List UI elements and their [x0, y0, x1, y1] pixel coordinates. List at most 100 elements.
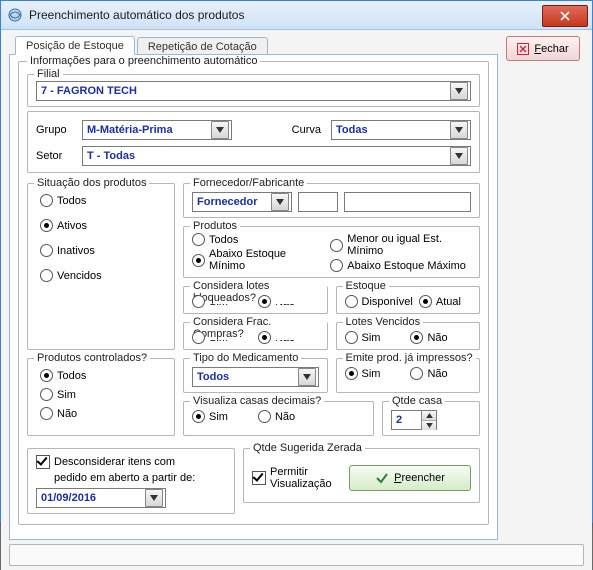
situacao-todos[interactable]: Todos	[40, 194, 162, 207]
curva-label: Curva	[292, 124, 321, 136]
desconsiderar-label2: pedido em aberto a partir de:	[54, 472, 226, 484]
window-title: Preenchimento automático dos produtos	[29, 8, 244, 22]
dropdown-icon	[145, 489, 163, 507]
fornecedor-value: Fornecedor	[197, 196, 258, 208]
radio-label: Ativos	[57, 220, 87, 232]
dropdown-icon	[450, 82, 468, 100]
radio-label: Não	[427, 368, 447, 380]
group-casas-decimais: Visualiza casas decimais? Sim Não	[183, 401, 374, 436]
prod-contr-todos[interactable]: Todos	[40, 369, 162, 382]
permitir-visualizacao-checkbox[interactable]: Permitir Visualização	[252, 466, 339, 490]
lotes-venc-legend: Lotes Vencidos	[343, 316, 424, 328]
radio-label: Todos	[209, 234, 238, 246]
titlebar: Preenchimento automático dos produtos	[1, 1, 592, 30]
emite-legend: Emite prod. já impressos?	[343, 352, 476, 364]
filial-select[interactable]: 7 - FAGRON TECH	[36, 81, 471, 101]
radio-label: Abaixo Estoque Máximo	[347, 260, 466, 272]
check-icon	[375, 471, 389, 485]
radio-label: Não	[427, 332, 447, 344]
situacao-inativos[interactable]: Inativos	[40, 244, 162, 257]
decimais-nao[interactable]: Não	[258, 410, 295, 423]
desconsiderar-date[interactable]: 01/09/2016	[36, 488, 166, 508]
group-qtde-sugerida: Qtde Sugerida Zerada Permitir Visualizaç…	[243, 448, 480, 503]
situacao-vencidos[interactable]: Vencidos	[40, 269, 162, 282]
radio-label: Todos	[57, 195, 86, 207]
fornecedor-name-input[interactable]	[344, 192, 471, 212]
radio-label: Disponível	[362, 296, 413, 308]
produtos-abaixo-min[interactable]: Abaixo Estoque Mínimo	[192, 248, 316, 272]
desconsiderar-date-value: 01/09/2016	[41, 492, 96, 504]
decimais-sim[interactable]: Sim	[192, 410, 228, 423]
radio-label: Sim	[362, 368, 381, 380]
fechar-button[interactable]: Fechar	[506, 36, 580, 61]
tipo-med-select[interactable]: Todos	[192, 367, 319, 387]
produtos-abaixo-max[interactable]: Abaixo Estoque Máximo	[330, 259, 471, 272]
tipo-med-legend: Tipo do Medicamento	[190, 352, 301, 364]
radio-label: Sim	[57, 389, 76, 401]
group-legend: Informações para o preenchimento automát…	[27, 55, 260, 67]
window-close-button[interactable]	[542, 5, 588, 27]
x-square-icon	[517, 43, 529, 55]
dropdown-icon	[450, 147, 468, 165]
preencher-label: Preencher	[394, 472, 445, 484]
desconsiderar-label1: Desconsiderar itens com	[54, 456, 175, 468]
setor-select[interactable]: T - Todas	[82, 146, 471, 166]
preencher-button[interactable]: Preencher	[349, 465, 471, 491]
estoque-disponivel[interactable]: Disponível	[345, 295, 413, 308]
fechar-label: Fechar	[534, 43, 568, 55]
group-emite-impressos: Emite prod. já impressos? Sim Não	[336, 358, 481, 393]
grupo-value: M-Matéria-Prima	[87, 124, 173, 136]
spinner-up-icon[interactable]	[421, 411, 436, 421]
group-produtos-controlados: Produtos controlados? Todos Sim Não	[27, 358, 175, 436]
estoque-legend: Estoque	[343, 280, 389, 292]
emite-sim[interactable]: Sim	[345, 367, 381, 380]
dropdown-icon	[271, 193, 289, 211]
permitir-label: Permitir Visualização	[270, 466, 339, 490]
fornecedor-select[interactable]: Fornecedor	[192, 192, 292, 212]
situacao-ativos[interactable]: Ativos	[40, 219, 162, 232]
window: Preenchimento automático dos produtos Po…	[0, 0, 593, 523]
group-qtde-casa: Qtde casa 2	[382, 401, 480, 436]
lotes-venc-nao[interactable]: Não	[410, 331, 447, 344]
content-area: Posição de Estoque Repetição de Cotação …	[1, 30, 592, 570]
estoque-atual[interactable]: Atual	[419, 295, 461, 308]
group-informacoes: Informações para o preenchimento automát…	[18, 61, 489, 525]
app-icon	[7, 7, 23, 23]
status-bar	[9, 544, 584, 566]
grupo-select[interactable]: M-Matéria-Prima	[82, 120, 232, 140]
dropdown-icon	[450, 121, 468, 139]
filial-value: 7 - FAGRON TECH	[41, 85, 137, 97]
tab-posicao-estoque[interactable]: Posição de Estoque	[15, 36, 135, 55]
qtde-casa-spinner[interactable]: 2	[391, 410, 437, 430]
close-icon	[560, 11, 570, 21]
curva-value: Todas	[336, 124, 368, 136]
tab-label: Repetição de Cotação	[148, 41, 257, 53]
fornecedor-code-input[interactable]	[298, 192, 338, 212]
prod-contr-nao[interactable]: Não	[40, 407, 162, 420]
group-desconsiderar: Desconsiderar itens com pedido em aberto…	[27, 448, 235, 514]
prod-contr-sim[interactable]: Sim	[40, 388, 162, 401]
tipo-med-value: Todos	[197, 371, 229, 383]
produtos-todos[interactable]: Todos	[192, 233, 316, 246]
tab-strip: Posição de Estoque Repetição de Cotação	[9, 36, 498, 55]
emite-nao[interactable]: Não	[410, 367, 447, 380]
radio-label: Sim	[362, 332, 381, 344]
lotes-venc-sim[interactable]: Sim	[345, 331, 381, 344]
qtde-sugerida-legend: Qtde Sugerida Zerada	[250, 442, 365, 454]
radio-label: Atual	[436, 296, 461, 308]
group-frac-compras: Considera Frac. Compras? Sim Não	[183, 322, 328, 350]
produtos-menor-igual[interactable]: Menor ou igual Est. Mínimo	[330, 233, 471, 257]
curva-select[interactable]: Todas	[331, 120, 471, 140]
produtos-legend: Produtos	[190, 220, 240, 232]
radio-label: Não	[57, 408, 77, 420]
tab-label: Posição de Estoque	[26, 40, 124, 52]
fornecedor-legend: Fornecedor/Fabricante	[190, 177, 307, 189]
spinner-down-icon[interactable]	[421, 421, 436, 430]
decimais-legend: Visualiza casas decimais?	[190, 395, 324, 407]
setor-label: Setor	[36, 150, 72, 162]
group-filial: Filial 7 - FAGRON TECH	[27, 74, 480, 107]
radio-label: Sim	[209, 411, 228, 423]
group-produtos: Produtos Todos Abaixo Estoque Mínimo Men…	[183, 226, 480, 278]
radio-label: Inativos	[57, 245, 95, 257]
desconsiderar-checkbox[interactable]: Desconsiderar itens com	[36, 455, 175, 469]
